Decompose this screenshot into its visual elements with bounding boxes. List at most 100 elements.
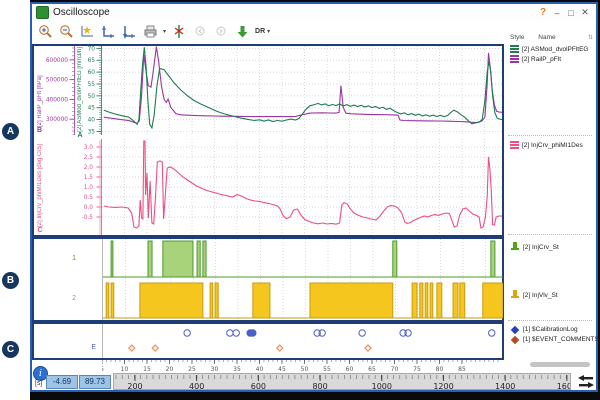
- legend-item[interactable]: [2] InjVlv_St: [510, 286, 558, 304]
- maximize-button[interactable]: □: [564, 8, 578, 18]
- svg-text:25: 25: [188, 366, 196, 373]
- legend-item-label: [2] ASMod_dvolPFltEG: [522, 46, 588, 53]
- legend-item-label: [2] InjCrv_St: [523, 244, 559, 251]
- legend-item[interactable]: [2] ASMod_dvolPFltEG: [510, 45, 588, 53]
- zoom-next-icon: [213, 24, 229, 39]
- event-style-icon: [511, 325, 519, 333]
- svg-text:35: 35: [233, 366, 241, 373]
- range-end-field[interactable]: 89.73: [79, 375, 111, 389]
- svg-text:75: 75: [413, 366, 421, 373]
- digital-panel[interactable]: 1 2: [32, 237, 504, 322]
- asmod-axis-label: [2] ASMod_dvolPFltEG [mm3/h]: [77, 47, 83, 132]
- svg-text:1200: 1200: [433, 382, 453, 390]
- svg-text:-0.5: -0.5: [82, 215, 94, 221]
- svg-text:55: 55: [323, 366, 331, 373]
- svg-text:2.5: 2.5: [84, 155, 94, 161]
- svg-text:70: 70: [88, 46, 96, 52]
- svg-text:5: 5: [102, 366, 104, 373]
- svg-text:50: 50: [301, 366, 309, 373]
- digital-style-icon: [510, 286, 520, 304]
- digital-style-icon: [510, 238, 520, 256]
- zoom-out-icon[interactable]: [58, 24, 74, 39]
- injcrv-axis-letter: C: [37, 227, 42, 234]
- railp-axis-label-column: [2] RailP_pFlt [hPa] B: [34, 46, 45, 135]
- legend-panel[interactable]: Style Name ⇅ [2] ASMod_dvolPFltEG[2] Rai…: [508, 30, 594, 370]
- legend-item-label: [2] InjVlv_St: [523, 292, 558, 299]
- minimize-button[interactable]: –: [550, 8, 564, 18]
- events-gutter: E: [34, 324, 103, 358]
- svg-text:55: 55: [88, 82, 96, 88]
- asmod-axis-letter: A: [77, 132, 82, 139]
- legend-item[interactable]: [1] $CalibrationLog: [510, 326, 578, 333]
- svg-text:80: 80: [436, 366, 444, 373]
- legend-item[interactable]: [2] InjCrv_phiMI1Des: [510, 141, 583, 149]
- event-style-icon: [511, 335, 519, 343]
- measure-cursor-icon[interactable]: [171, 24, 187, 39]
- svg-text:45: 45: [88, 106, 96, 112]
- analog-chart-bottom[interactable]: [102, 139, 502, 235]
- pan-arrows-icon[interactable]: [577, 374, 595, 394]
- events-chart[interactable]: [103, 324, 503, 358]
- asmod-axis-label-column: [2] ASMod_dvolPFltEG [mm3/h] A: [75, 46, 85, 135]
- svg-text:15: 15: [143, 366, 151, 373]
- legend-item[interactable]: [2] InjCrv_St: [510, 238, 559, 256]
- svg-text:300000: 300000: [46, 117, 68, 123]
- export-icon[interactable]: [234, 24, 250, 39]
- digital-chart[interactable]: [103, 239, 503, 320]
- callout-a: A: [2, 123, 19, 140]
- close-button[interactable]: ✕: [578, 7, 592, 18]
- injcrv-axis-ruler: [94, 139, 102, 235]
- time-axis: 510152025303540455055606570758085: [102, 360, 502, 373]
- svg-text:600000: 600000: [46, 58, 68, 64]
- svg-text:0.5: 0.5: [84, 195, 94, 201]
- help-button[interactable]: ?: [536, 7, 550, 18]
- app-icon: [36, 6, 49, 19]
- svg-text:1400: 1400: [495, 382, 515, 390]
- dr-menu-button[interactable]: DR ▾: [255, 28, 270, 35]
- svg-text:70: 70: [391, 366, 399, 373]
- analog-panel[interactable]: [2] RailP_pFlt [hPa] B 60000050000040000…: [32, 44, 504, 237]
- overview-ruler[interactable]: 2004006008001000120014001600: [113, 373, 571, 390]
- svg-text:50: 50: [88, 94, 96, 100]
- railp-axis-label: [2] RailP_pFlt [hPa]: [37, 47, 43, 127]
- svg-text:400: 400: [189, 382, 204, 390]
- status-bar: i [s] -4.69 89.73 2004006008001000120014…: [32, 373, 596, 390]
- dr-caret-icon: ▾: [267, 28, 270, 35]
- legend-item-label: [2] InjCrv_phiMI1Des: [522, 142, 583, 149]
- range-start-field[interactable]: -4.69: [46, 375, 78, 389]
- svg-text:0.0: 0.0: [84, 205, 94, 211]
- svg-text:65: 65: [368, 366, 376, 373]
- legend-item[interactable]: [2] RailP_pFlt: [510, 55, 561, 63]
- annotation-strip: A B C: [0, 0, 30, 400]
- zoom-prev-icon: [192, 24, 208, 39]
- svg-text:40: 40: [88, 118, 96, 124]
- asmod-axis-ticks: 7065605550454035: [85, 46, 96, 135]
- print-icon[interactable]: [142, 24, 158, 39]
- legend-scrollbar-thumb[interactable]: [530, 362, 590, 367]
- digital-gutter: 1 2: [34, 239, 103, 320]
- injcrv-axis-label-column: [2] InjCrv_phiMI1Des [deg CrS] C: [34, 139, 46, 235]
- svg-text:500000: 500000: [46, 78, 68, 84]
- legend-item[interactable]: [1] $EVENT_COMMENTS: [510, 336, 599, 343]
- svg-text:20: 20: [166, 366, 174, 373]
- line-style-icon: [510, 141, 519, 149]
- legend-separator: [508, 135, 592, 136]
- svg-text:35: 35: [88, 129, 96, 135]
- svg-text:60: 60: [346, 366, 354, 373]
- legend-header-style: Style: [510, 34, 524, 41]
- zoom-fit-icon[interactable]: [79, 24, 95, 39]
- legend-separator: [508, 234, 592, 235]
- title-bar[interactable]: Oscilloscope ? – □ ✕: [32, 4, 596, 21]
- events-panel[interactable]: E: [32, 322, 504, 360]
- digital-row2-label: 2: [72, 295, 76, 302]
- legend-sort-icon[interactable]: ⇅: [588, 34, 593, 41]
- legend-separator: [508, 320, 592, 321]
- legend-item-label: [1] $CalibrationLog: [523, 326, 578, 333]
- print-caret-icon[interactable]: ▾: [163, 28, 166, 35]
- zoom-in-icon[interactable]: [37, 24, 53, 39]
- analog-chart-top[interactable]: [102, 46, 502, 135]
- axis-arrow-icon[interactable]: [121, 24, 137, 39]
- svg-text:1.0: 1.0: [84, 185, 94, 191]
- dr-label: DR: [255, 28, 265, 35]
- axis-icon[interactable]: [100, 24, 116, 39]
